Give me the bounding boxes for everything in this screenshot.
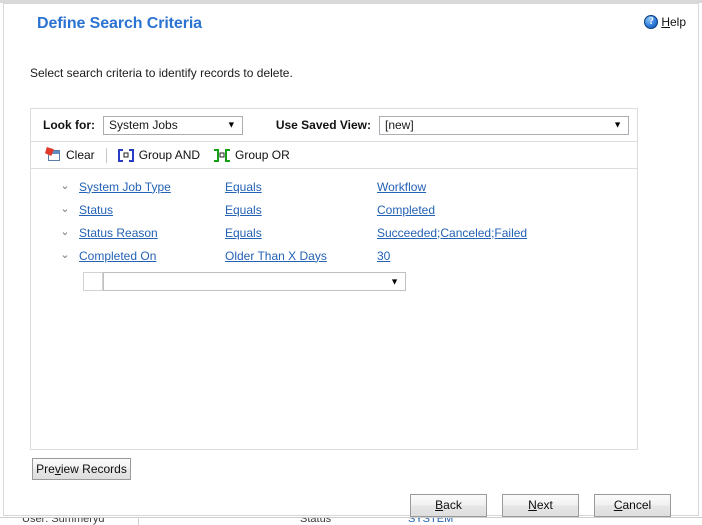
status-mid-text: Status — [300, 517, 332, 525]
group-or-brackets-icon — [214, 148, 231, 162]
chevron-down-icon[interactable]: ⌄ — [58, 227, 72, 238]
status-bar: User: Summeryd Status SYSTEM — [0, 517, 702, 525]
saved-view-select[interactable]: [new] ▼ — [379, 115, 629, 135]
criteria-operator-link[interactable]: Equals — [225, 226, 262, 240]
chevron-down-icon: ▼ — [613, 119, 622, 130]
criteria-row: ⌄ Status Equals Completed — [31, 198, 637, 221]
criteria-operator-link[interactable]: Equals — [225, 203, 262, 217]
chevron-down-icon[interactable]: ⌄ — [58, 250, 72, 261]
criteria-operator-link[interactable]: Equals — [225, 180, 262, 194]
criteria-panel: Look for: System Jobs ▼ Use Saved View: … — [30, 108, 638, 450]
back-button[interactable]: Back — [410, 494, 487, 517]
saved-view-group: Use Saved View: [new] ▼ — [275, 115, 637, 135]
toolbar-separator — [105, 147, 107, 163]
group-or-label: Group OR — [235, 148, 290, 162]
criteria-operator-link[interactable]: Older Than X Days — [225, 249, 327, 263]
new-criteria-field-select[interactable]: ▼ — [103, 272, 406, 291]
lookfor-label: Look for: — [43, 118, 95, 132]
criteria-value-link[interactable]: 30 — [377, 249, 390, 263]
lookfor-value: System Jobs — [109, 118, 178, 132]
group-and-button[interactable]: Group AND — [111, 145, 207, 166]
criteria-value-link[interactable]: Workflow — [377, 180, 426, 194]
chevron-down-icon: ▼ — [226, 119, 236, 130]
help-label: Help — [661, 15, 686, 29]
help-link[interactable]: ? Help — [644, 15, 686, 29]
criteria-field-link[interactable]: Completed On — [79, 249, 156, 263]
criteria-field-link[interactable]: Status — [79, 203, 113, 217]
preview-records-button[interactable]: Preview Records — [32, 458, 131, 480]
question-circle-icon: ? — [644, 15, 659, 29]
clear-button[interactable]: Clear — [39, 145, 102, 166]
help-accel-letter: H — [661, 15, 670, 29]
saved-view-value: [new] — [385, 118, 414, 132]
criteria-row: ⌄ System Job Type Equals Workflow — [31, 175, 637, 198]
back-accel: B — [435, 498, 444, 512]
criteria-row: ⌄ Completed On Older Than X Days 30 — [31, 244, 637, 267]
cancel-post: ancel — [622, 498, 652, 512]
status-user-text: User: Summeryd — [22, 517, 105, 525]
criteria-toolbar: Clear Group AND Group OR — [31, 142, 637, 169]
back-post: ack — [443, 498, 462, 512]
preview-pre: Pre — [36, 462, 55, 476]
criteria-field-link[interactable]: System Job Type — [79, 180, 171, 194]
page-subtitle: Select search criteria to identify recor… — [30, 66, 293, 80]
saved-view-label: Use Saved View: — [275, 118, 371, 132]
preview-post: iew Records — [60, 462, 127, 476]
criteria-field-link[interactable]: Status Reason — [79, 226, 158, 240]
page-title: Define Search Criteria — [37, 15, 202, 32]
define-search-criteria-dialog: Define Search Criteria ? Help Select sea… — [3, 3, 699, 517]
criteria-value-link[interactable]: Succeeded;Canceled;Failed — [377, 226, 527, 240]
criteria-value-link[interactable]: Completed — [377, 203, 435, 217]
clear-label: Clear — [66, 148, 95, 162]
chevron-down-icon[interactable]: ⌄ — [58, 181, 72, 192]
new-criteria-row-handle — [83, 272, 103, 291]
lookfor-bar: Look for: System Jobs ▼ Use Saved View: … — [31, 109, 637, 142]
next-post: ext — [536, 498, 553, 512]
criteria-rows: ⌄ System Job Type Equals Workflow ⌄ Stat… — [31, 169, 637, 291]
chevron-down-icon[interactable]: ⌄ — [58, 204, 72, 215]
cancel-button[interactable]: Cancel — [594, 494, 671, 517]
status-right-text: SYSTEM — [408, 517, 454, 525]
criteria-row: ⌄ Status Reason Equals Succeeded;Cancele… — [31, 221, 637, 244]
clear-icon — [45, 147, 61, 162]
new-criteria-row: ▼ — [31, 272, 637, 291]
next-accel: N — [528, 498, 537, 512]
lookfor-select[interactable]: System Jobs ▼ — [103, 115, 243, 135]
group-and-label: Group AND — [138, 148, 201, 162]
next-button[interactable]: Next — [502, 494, 579, 517]
group-and-brackets-icon — [117, 148, 134, 162]
group-or-button[interactable]: Group OR — [207, 145, 297, 166]
chevron-down-icon: ▼ — [390, 276, 399, 286]
